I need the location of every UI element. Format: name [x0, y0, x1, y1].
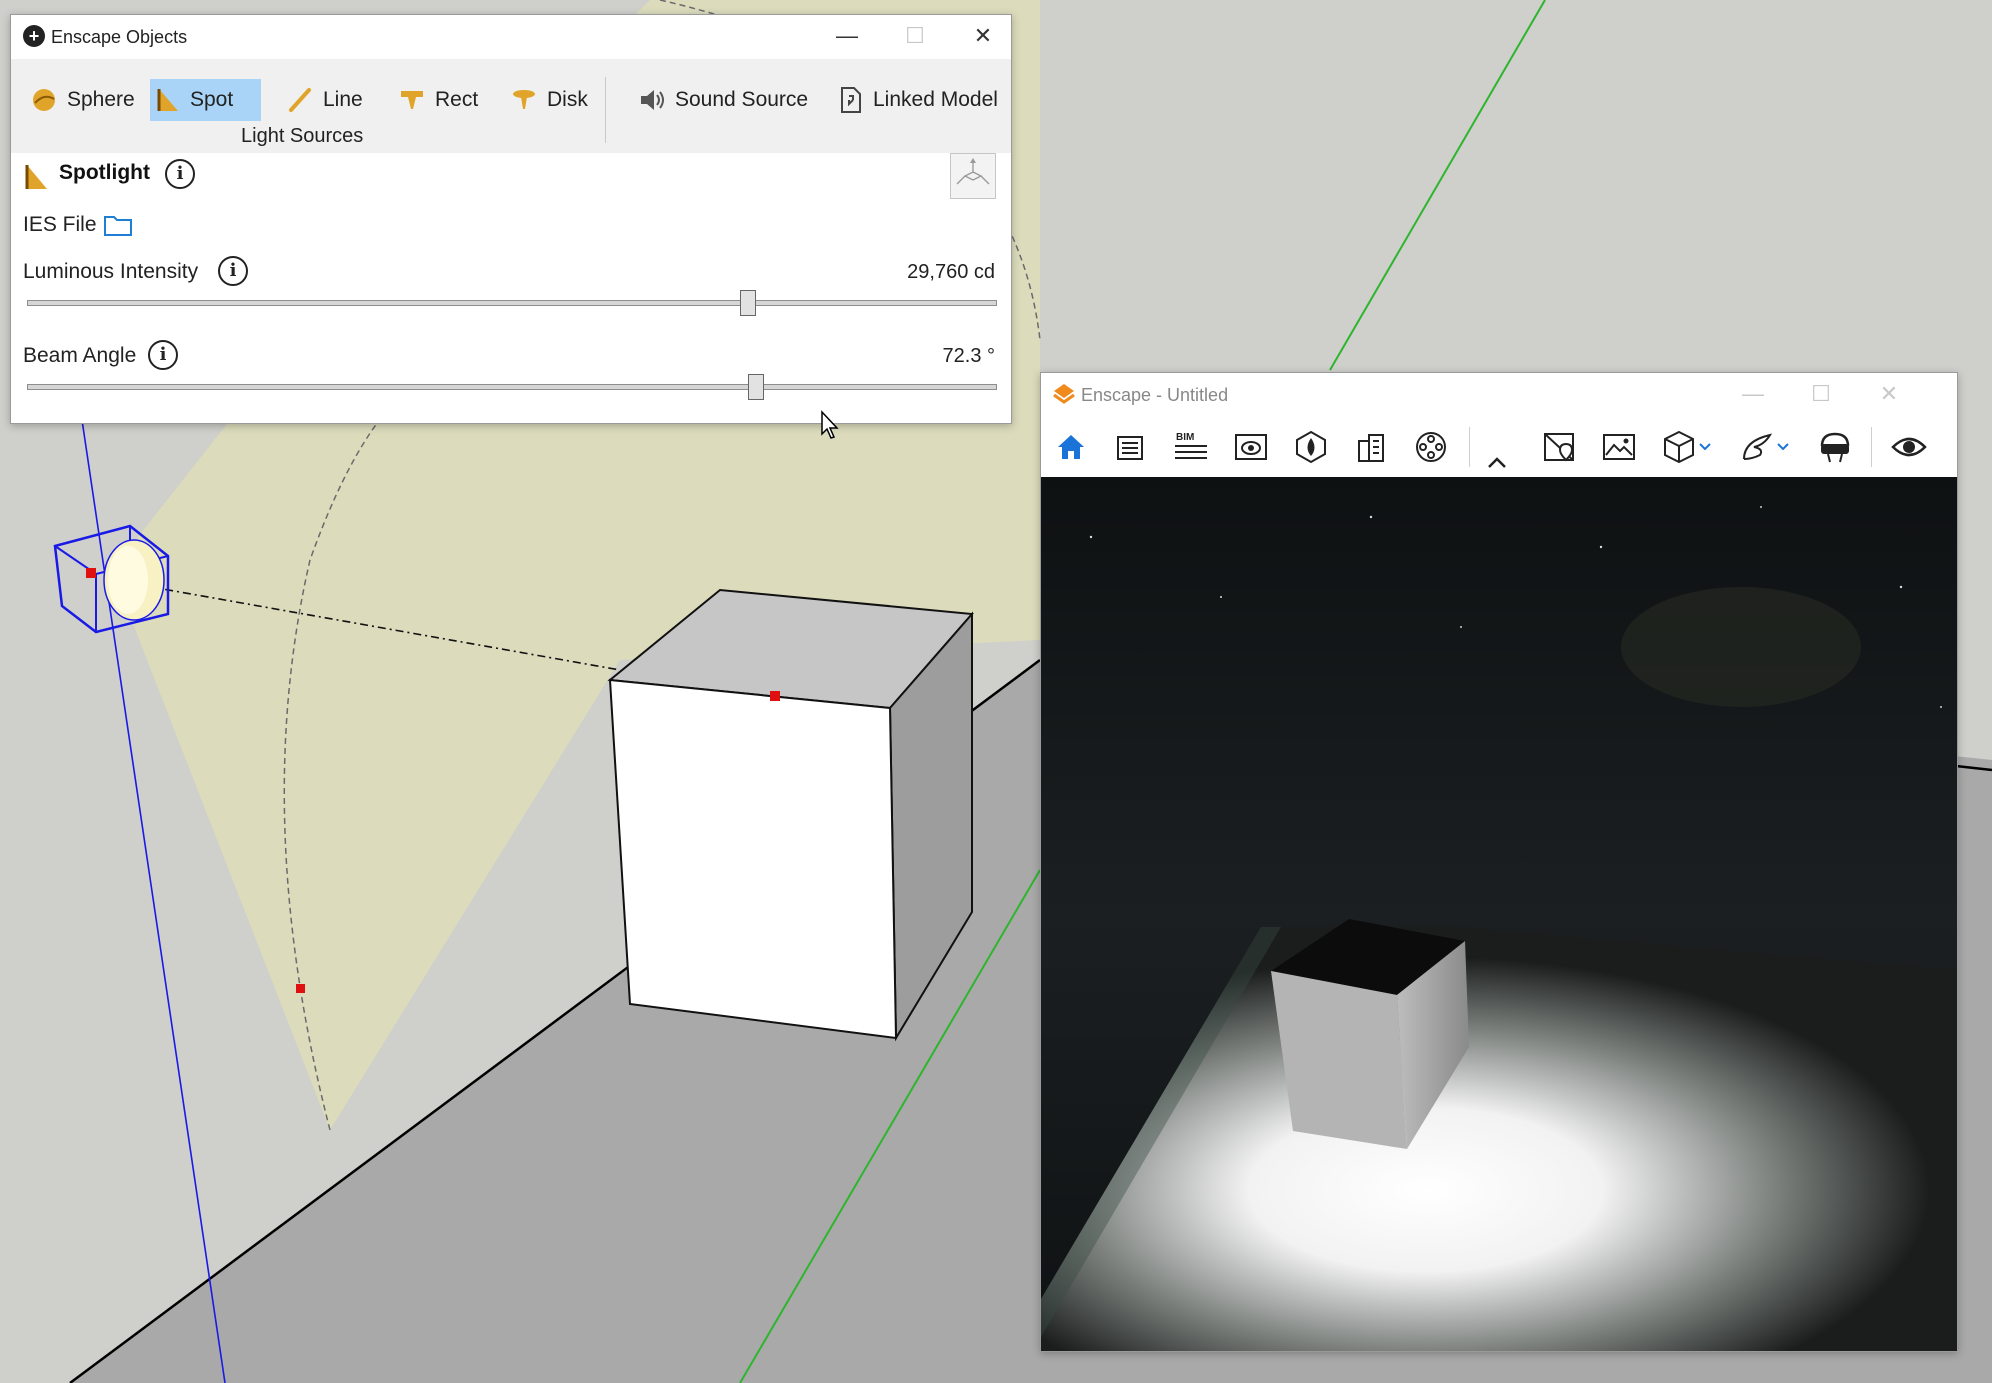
rect-label: Rect	[435, 88, 479, 111]
sphere-light-button[interactable]: Sphere	[25, 79, 141, 121]
luminous-intensity-thumb[interactable]	[740, 290, 757, 316]
export-cube-icon	[1664, 430, 1694, 464]
placement-axes-icon	[956, 158, 990, 185]
atmosphere-icon	[1296, 430, 1326, 464]
object-toolbar: Sphere Spot Line Rect Disk Light Sources…	[11, 59, 1011, 153]
beam-angle-info-icon[interactable]: i	[148, 340, 178, 370]
line-light-icon	[289, 88, 311, 112]
disk-light-button[interactable]: Disk	[505, 79, 594, 121]
place-object-button[interactable]	[950, 153, 996, 199]
spot-light-icon	[157, 89, 178, 111]
enscape-logo-icon	[1053, 384, 1075, 404]
export-wing-dropdown[interactable]	[1773, 427, 1793, 467]
map-button[interactable]	[1539, 427, 1579, 467]
folder-icon[interactable]	[103, 213, 133, 237]
asset-library-icon	[1358, 434, 1384, 462]
rect-light-button[interactable]: Rect	[393, 79, 484, 121]
enscape-objects-icon: +	[23, 25, 45, 47]
bim-icon: BIM	[1175, 432, 1207, 459]
video-reel-icon	[1416, 432, 1446, 462]
enscape-toolbar: BIM	[1041, 417, 1957, 477]
spotlight-icon	[25, 165, 47, 189]
video-editor-button[interactable]	[1411, 427, 1451, 467]
vr-headset-button[interactable]	[1815, 427, 1855, 467]
visibility-button[interactable]	[1889, 427, 1929, 467]
spotlight-title: Spotlight	[59, 161, 150, 184]
ies-file-label: IES File	[23, 213, 97, 236]
view-management-button[interactable]	[1231, 427, 1271, 467]
home-button[interactable]	[1051, 427, 1091, 467]
beam-angle-value: 72.3 °	[942, 345, 995, 367]
maximize-button[interactable]: ☐	[887, 19, 943, 53]
title-bar: + Enscape Objects — ☐ ✕	[11, 15, 1011, 59]
render-image-icon	[1603, 434, 1635, 460]
box-model[interactable]	[607, 588, 975, 1042]
sphere-light-icon	[33, 89, 55, 111]
minimize-button[interactable]: —	[819, 19, 875, 53]
light-sources-group-label: Light Sources	[241, 125, 364, 147]
luminous-intensity-slider[interactable]	[27, 300, 997, 306]
view-management-icon	[1235, 434, 1267, 460]
beam-angle-thumb[interactable]	[747, 374, 764, 400]
export-cube-dropdown[interactable]	[1695, 427, 1715, 467]
bim-text: BIM	[1176, 432, 1194, 443]
enscape-objects-window: + Enscape Objects — ☐ ✕ Sphere Spot Line…	[10, 14, 1012, 424]
toolbar-separator	[605, 77, 606, 143]
window-title: Enscape Objects	[51, 27, 188, 47]
export-cube-button[interactable]	[1659, 427, 1699, 467]
vr-headset-icon	[1820, 432, 1850, 463]
disk-label: Disk	[547, 88, 588, 111]
enscape-render-window: Enscape - Untitled — ☐ ✕ BIM	[1040, 372, 1958, 1352]
toolbar-separator	[1871, 427, 1872, 467]
asset-library-button[interactable]	[1351, 427, 1391, 467]
rect-light-icon	[401, 91, 423, 109]
enscape-minimize-button[interactable]: —	[1725, 377, 1781, 411]
render-image-button[interactable]	[1599, 427, 1639, 467]
mouse-cursor-icon	[821, 410, 839, 439]
bim-button[interactable]: BIM	[1171, 427, 1211, 467]
map-location-icon	[1544, 433, 1574, 462]
luminous-intensity-value: 29,760 cd	[907, 261, 995, 283]
render-viewport[interactable]	[1041, 477, 1957, 1351]
line-label: Line	[323, 88, 363, 111]
linked-model-button[interactable]: Linked Model	[833, 79, 1004, 121]
enscape-maximize-button[interactable]: ☐	[1793, 377, 1849, 411]
export-wing-button[interactable]	[1737, 427, 1777, 467]
speaker-icon	[641, 90, 664, 110]
chevron-down-icon	[1699, 443, 1711, 451]
spotlight-info-icon[interactable]: i	[165, 159, 195, 189]
settings-list-button[interactable]	[1111, 427, 1151, 467]
box-grip	[770, 691, 780, 701]
luminous-intensity-label: Luminous Intensity	[23, 260, 199, 283]
collapse-chevron-icon	[1488, 457, 1506, 468]
luminous-info-icon[interactable]: i	[218, 256, 248, 286]
linked-model-icon	[841, 87, 861, 113]
rendered-scene	[1041, 477, 1957, 1351]
beam-angle-slider[interactable]	[27, 384, 997, 390]
sound-source-button[interactable]: Sound Source	[633, 79, 814, 121]
sphere-label: Sphere	[67, 88, 135, 111]
export-wing-icon	[1743, 433, 1773, 460]
chevron-down-icon	[1777, 443, 1789, 451]
toolbar-separator	[1469, 427, 1470, 467]
atmosphere-button[interactable]	[1291, 427, 1331, 467]
home-icon	[1058, 435, 1084, 459]
line-light-button[interactable]: Line	[281, 79, 369, 121]
enscape-close-button[interactable]: ✕	[1861, 377, 1917, 411]
visibility-eye-icon	[1891, 437, 1927, 457]
linked-model-label: Linked Model	[873, 88, 998, 111]
spot-label: Spot	[190, 88, 234, 111]
close-button[interactable]: ✕	[955, 19, 1011, 53]
spot-light-button[interactable]: Spot	[150, 79, 261, 121]
beam-grip	[296, 984, 305, 993]
settings-list-icon	[1117, 436, 1143, 460]
beam-angle-label: Beam Angle	[23, 344, 137, 367]
disk-light-icon	[513, 90, 535, 109]
enscape-window-title: Enscape - Untitled	[1081, 385, 1229, 405]
sound-source-label: Sound Source	[675, 88, 809, 111]
